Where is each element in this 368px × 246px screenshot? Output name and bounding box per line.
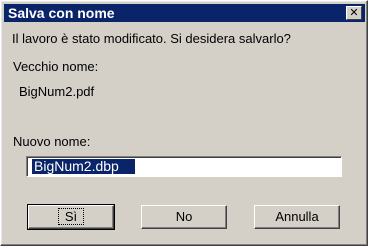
title-bar[interactable]: Salva con nome ✕ — [4, 4, 365, 22]
yes-button[interactable]: Sì — [27, 204, 115, 230]
yes-button-label: Sì — [57, 208, 85, 225]
save-as-dialog: Salva con nome ✕ Il lavoro è stato modif… — [0, 0, 368, 246]
cancel-button[interactable]: Annulla — [254, 205, 340, 229]
no-button[interactable]: No — [141, 205, 227, 229]
new-name-label: Nuovo nome: — [13, 134, 91, 149]
message-text: Il lavoro è stato modificato. Si desider… — [12, 31, 291, 46]
cancel-button-label: Annulla — [275, 209, 319, 224]
old-name-value: BigNum2.pdf — [19, 84, 95, 99]
new-name-field[interactable]: BigNum2.dbp — [26, 156, 342, 177]
close-icon: ✕ — [349, 6, 359, 19]
new-name-input-value: BigNum2.dbp — [32, 159, 135, 174]
dialog-title: Salva con nome — [8, 5, 115, 21]
old-name-label: Vecchio nome: — [13, 59, 99, 74]
no-button-label: No — [175, 209, 193, 224]
close-button[interactable]: ✕ — [346, 6, 362, 20]
